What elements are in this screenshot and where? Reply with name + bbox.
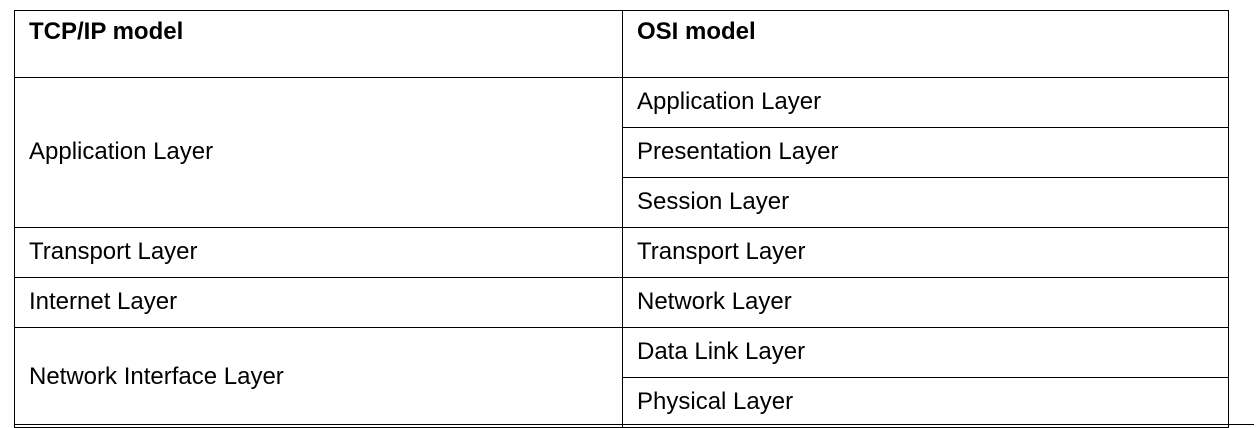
tcpip-transport-layer: Transport Layer	[14, 227, 623, 278]
osi-session-layer: Session Layer	[622, 177, 1229, 228]
header-tcpip-model: TCP/IP model	[14, 10, 623, 78]
osi-network-layer: Network Layer	[622, 277, 1229, 328]
table-row: Network Interface Layer Data Link Layer	[14, 327, 1229, 428]
osi-transport-layer: Transport Layer	[622, 227, 1229, 278]
table-row: Transport Layer Transport Layer	[14, 227, 1229, 278]
tcpip-osi-comparison-table: TCP/IP model OSI model Application Layer…	[14, 10, 1229, 428]
table-row: Internet Layer Network Layer	[14, 277, 1229, 328]
tcpip-application-layer: Application Layer	[14, 77, 623, 228]
bottom-divider	[14, 424, 1254, 425]
osi-physical-layer: Physical Layer	[622, 377, 1229, 428]
header-osi-model: OSI model	[622, 10, 1229, 78]
osi-presentation-layer: Presentation Layer	[622, 127, 1229, 178]
header-row: TCP/IP model OSI model	[14, 10, 1229, 78]
tcpip-network-interface-layer: Network Interface Layer	[14, 327, 623, 428]
osi-application-layer: Application Layer	[622, 77, 1229, 128]
osi-data-link-layer: Data Link Layer	[622, 327, 1229, 378]
table-row: Application Layer Application Layer	[14, 77, 1229, 228]
tcpip-internet-layer: Internet Layer	[14, 277, 623, 328]
